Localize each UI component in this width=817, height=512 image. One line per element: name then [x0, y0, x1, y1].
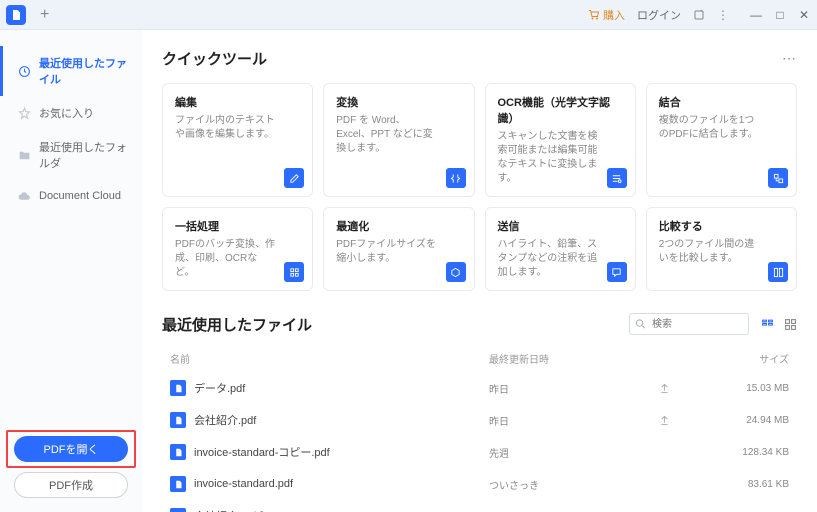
file-row[interactable]: 会社紹介-コピー.pdf今日24.96 MB	[162, 500, 797, 512]
file-date: 先週	[489, 445, 659, 460]
sidebar: 最近使用したファイル お気に入り 最近使用したフォルダ Document Clo…	[0, 30, 142, 512]
tools-grid: 編集ファイル内のテキストや画像を編集します。 変換 PDF を Word、Excel…	[162, 83, 797, 291]
quick-tools-title: クイックツール	[162, 48, 267, 69]
tool-card[interactable]: 編集ファイル内のテキストや画像を編集します。	[162, 83, 313, 197]
create-pdf-button[interactable]: PDF作成	[14, 472, 128, 498]
search-icon	[635, 319, 646, 330]
tool-card[interactable]: OCR機能（光学文字認識） スキャンした文書を検索可能または編集可能なテキストに変…	[485, 83, 636, 197]
pdf-icon	[170, 476, 186, 492]
tool-title: OCR機能（光学文字認識）	[498, 94, 623, 126]
file-date: 昨日	[489, 381, 659, 396]
tool-desc: PDFのバッチ変換、作成、印刷、OCRなど。	[175, 238, 300, 280]
tool-icon	[446, 168, 466, 188]
tool-icon	[446, 262, 466, 282]
tool-title: 変換	[336, 94, 461, 110]
recent-files-title: 最近使用したファイル	[162, 314, 312, 335]
sidebar-item-label: Document Cloud	[39, 190, 121, 202]
file-list-header: 名前 最終更新日時 サイズ	[162, 345, 797, 372]
cloud-icon	[17, 189, 31, 203]
view-grid-icon[interactable]	[784, 318, 797, 331]
sidebar-item-label: お気に入り	[39, 105, 94, 121]
pin-icon	[659, 415, 719, 426]
file-size: 24.94 MB	[719, 415, 789, 426]
search-input[interactable]	[629, 313, 749, 335]
pin-icon	[659, 383, 719, 394]
close-button[interactable]: ✕	[797, 8, 811, 22]
pdf-icon	[170, 380, 186, 396]
tool-title: 編集	[175, 94, 300, 110]
file-size: 128.34 KB	[719, 447, 789, 458]
col-date: 最終更新日時	[489, 351, 659, 366]
file-name: 会社紹介.pdf	[194, 412, 489, 428]
file-name: 会社紹介-コピー.pdf	[194, 508, 489, 512]
file-list: データ.pdf昨日15.03 MB会社紹介.pdf昨日24.94 MBinvoi…	[162, 372, 797, 512]
tool-icon	[284, 168, 304, 188]
tool-card[interactable]: 結合複数のファイルを1つのPDFに結合します。	[646, 83, 797, 197]
star-icon	[17, 106, 31, 120]
folder-icon	[17, 148, 31, 162]
tool-title: 送信	[498, 218, 623, 234]
tool-card[interactable]: 変換 PDF を Word、Excel、PPT などに変換します。	[323, 83, 474, 197]
col-name: 名前	[170, 351, 489, 366]
file-size: 83.61 KB	[719, 479, 789, 490]
maximize-button[interactable]: □	[773, 8, 787, 22]
minimize-button[interactable]: —	[749, 8, 763, 22]
file-name: invoice-standard.pdf	[194, 478, 489, 490]
tool-desc: 2つのファイル間の違いを比較します。	[659, 238, 784, 266]
file-date: 今日	[489, 509, 659, 512]
buy-link[interactable]: 購入	[588, 7, 625, 23]
file-row[interactable]: 会社紹介.pdf昨日 24.94 MB	[162, 404, 797, 436]
sidebar-item-recent-files[interactable]: 最近使用したファイル	[0, 46, 142, 96]
tool-desc: PDF を Word、Excel、PPT などに変換します。	[336, 114, 461, 156]
app-logo-icon	[6, 5, 26, 25]
tool-icon	[768, 262, 788, 282]
tool-desc: ハイライト、鉛筆、スタンプなどの注釈を追加します。	[498, 238, 623, 280]
cart-icon	[588, 9, 600, 21]
sidebar-item-document-cloud[interactable]: Document Cloud	[0, 180, 142, 212]
tool-icon	[607, 262, 627, 282]
clock-icon	[17, 64, 31, 78]
tool-icon	[607, 168, 627, 188]
tool-card[interactable]: 比較する 2つのファイル間の違いを比較します。	[646, 207, 797, 291]
tool-desc: 複数のファイルを1つのPDFに結合します。	[659, 114, 784, 142]
col-size: サイズ	[719, 351, 789, 366]
view-list-icon[interactable]	[761, 318, 774, 331]
file-name: invoice-standard-コピー.pdf	[194, 444, 489, 460]
file-row[interactable]: invoice-standard-コピー.pdf先週 128.34 KB	[162, 436, 797, 468]
login-link[interactable]: ログイン	[637, 7, 681, 23]
tool-desc: スキャンした文書を検索可能または編集可能なテキストに変換します。	[498, 130, 623, 186]
file-row[interactable]: invoice-standard.pdfついさっき 83.61 KB	[162, 468, 797, 500]
tool-title: 一括処理	[175, 218, 300, 234]
pdf-icon	[170, 412, 186, 428]
file-row[interactable]: データ.pdf昨日 15.03 MB	[162, 372, 797, 404]
open-pdf-button[interactable]: PDFを開く	[14, 436, 128, 462]
new-tab-button[interactable]: +	[40, 6, 49, 24]
tool-title: 比較する	[659, 218, 784, 234]
main-content: クイックツール ⋯ 編集ファイル内のテキストや画像を編集します。 変換 PDF を …	[142, 30, 817, 512]
sidebar-item-favorites[interactable]: お気に入り	[0, 96, 142, 130]
tool-card[interactable]: 最適化 PDFファイルサイズを縮小します。	[323, 207, 474, 291]
file-size: 15.03 MB	[719, 383, 789, 394]
tool-title: 最適化	[336, 218, 461, 234]
file-date: 昨日	[489, 413, 659, 428]
tool-card[interactable]: 一括処理 PDFのバッチ変換、作成、印刷、OCRなど。	[162, 207, 313, 291]
pdf-icon	[170, 508, 186, 512]
tool-icon	[768, 168, 788, 188]
tool-icon	[284, 262, 304, 282]
menu-icon[interactable]: ⋮	[717, 8, 729, 22]
tool-title: 結合	[659, 94, 784, 110]
titlebar: + 購入 ログイン ⋮ — □ ✕	[0, 0, 817, 30]
notification-icon[interactable]	[693, 9, 705, 21]
tool-desc: ファイル内のテキストや画像を編集します。	[175, 114, 300, 142]
sidebar-item-label: 最近使用したファイル	[39, 55, 132, 87]
file-name: データ.pdf	[194, 380, 489, 396]
tool-card[interactable]: 送信ハイライト、鉛筆、スタンプなどの注釈を追加します。	[485, 207, 636, 291]
more-button[interactable]: ⋯	[782, 50, 797, 67]
file-date: ついさっき	[489, 477, 659, 492]
pdf-icon	[170, 444, 186, 460]
tool-desc: PDFファイルサイズを縮小します。	[336, 238, 461, 266]
sidebar-item-label: 最近使用したフォルダ	[39, 139, 132, 171]
sidebar-item-recent-folders[interactable]: 最近使用したフォルダ	[0, 130, 142, 180]
